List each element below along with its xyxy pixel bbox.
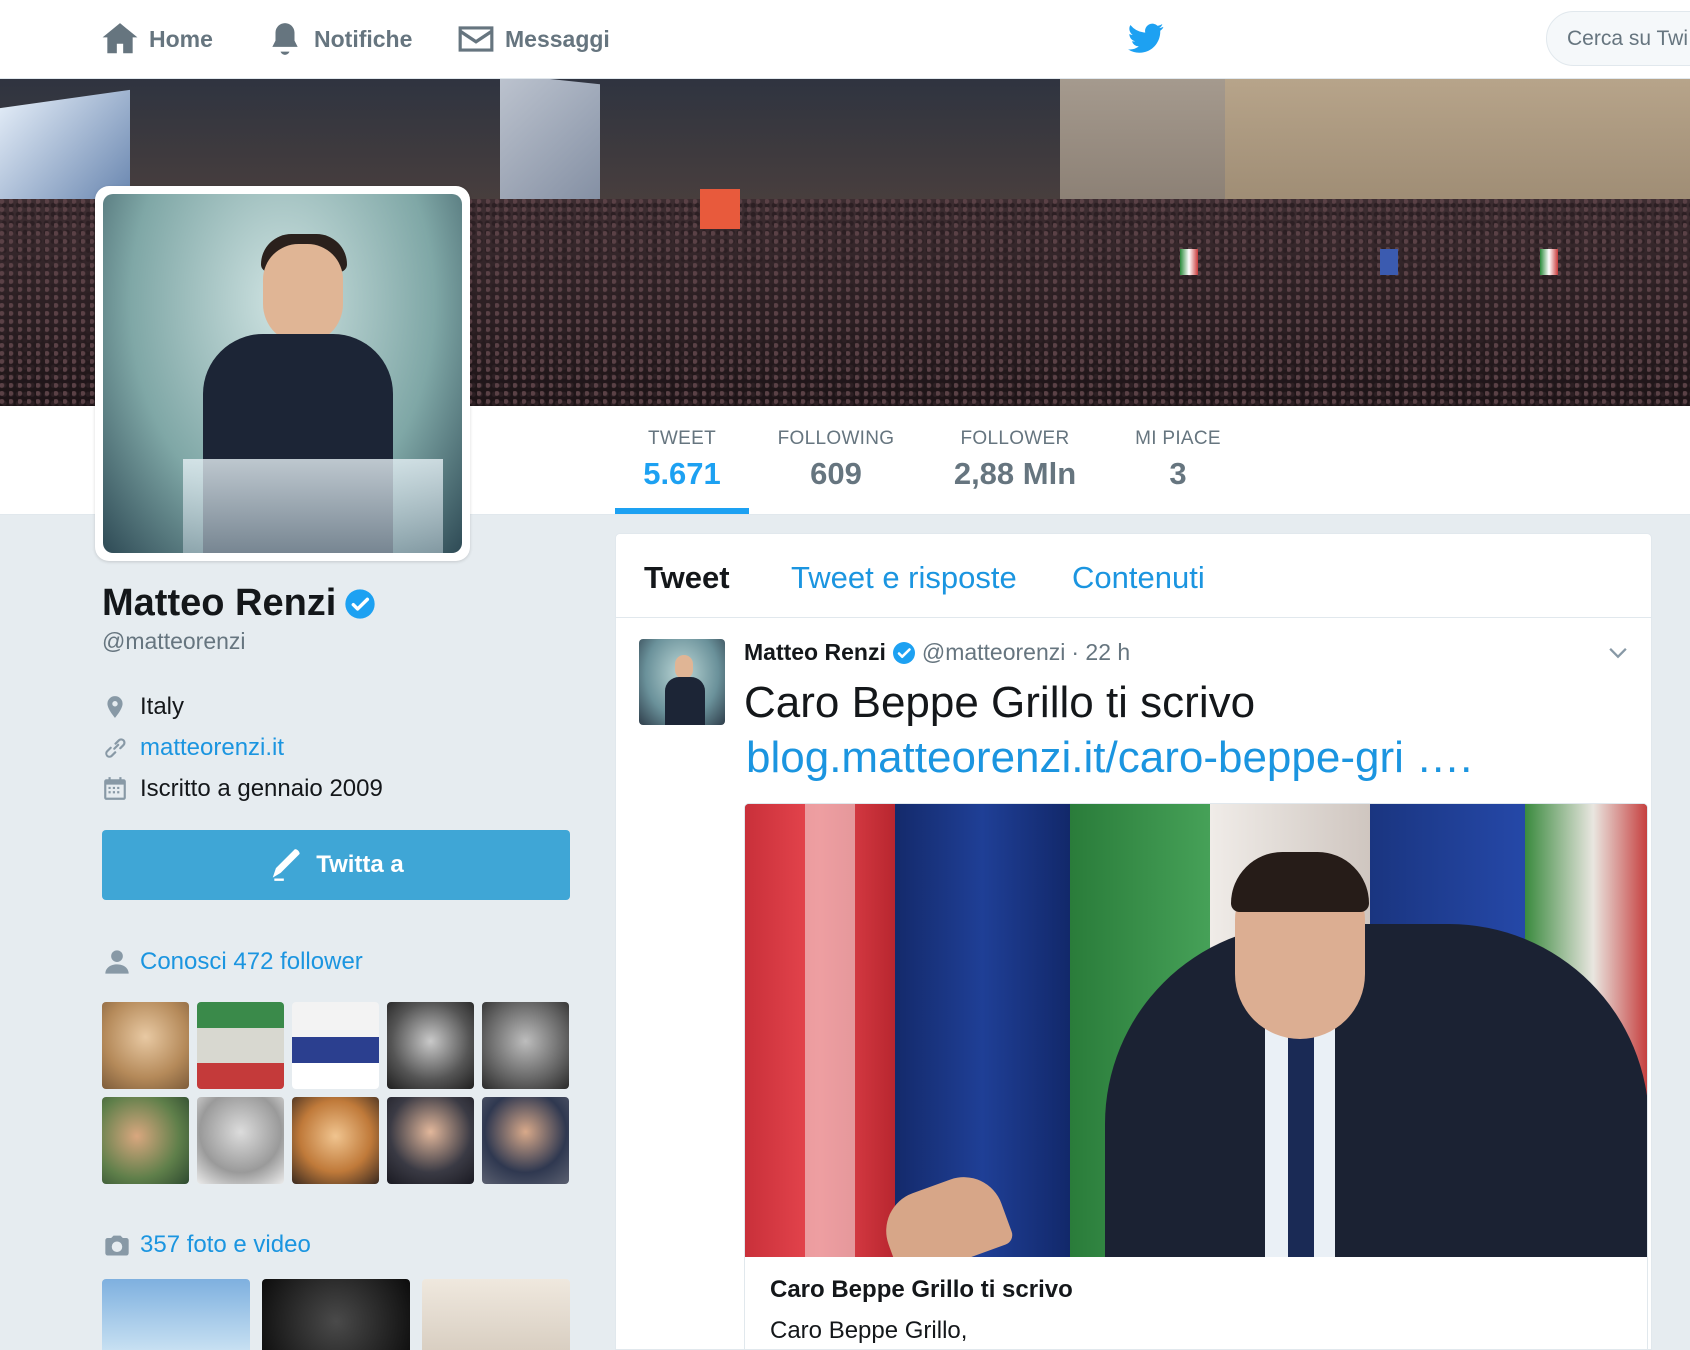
search-input[interactable]: Cerca su Twi xyxy=(1546,11,1690,66)
link-card-title: Caro Beppe Grillo ti scrivo xyxy=(770,1276,1073,1303)
follower-avatar[interactable] xyxy=(387,1097,474,1184)
tab-tweets[interactable]: Tweet xyxy=(644,560,730,596)
tweet-author-handle[interactable]: @matteorenzi xyxy=(922,639,1066,666)
cover-flag xyxy=(1540,249,1558,275)
nav-messages-label: Messaggi xyxy=(505,25,610,52)
follower-avatar[interactable] xyxy=(292,1097,379,1184)
profile-location: Italy xyxy=(102,693,184,721)
stat-likes-value: 3 xyxy=(1169,456,1187,491)
photos-videos-text: 357 foto e video xyxy=(140,1231,311,1258)
stat-followers-value: 2,88 Mln xyxy=(953,456,1077,491)
tweet-link[interactable]: blog.matteorenzi.it/caro-beppe-gri …. xyxy=(746,733,1472,783)
link-card-description: Caro Beppe Grillo, xyxy=(770,1317,968,1344)
followers-grid xyxy=(102,1002,572,1184)
tweet-author-avatar[interactable] xyxy=(639,639,725,725)
link-card-image xyxy=(745,804,1647,1257)
cover-flag xyxy=(1180,249,1198,275)
profile-joined: Iscritto a gennaio 2009 xyxy=(102,775,383,803)
followers-you-know-text: Conosci 472 follower xyxy=(140,948,363,975)
tab-media[interactable]: Contenuti xyxy=(1072,560,1205,596)
cover-flag xyxy=(1380,249,1398,275)
stat-following-label: FOLLOWING xyxy=(777,428,895,449)
avatar-image xyxy=(103,194,462,553)
twitter-bird-logo[interactable] xyxy=(1126,20,1166,56)
nav-messages[interactable]: Messaggi xyxy=(457,18,610,60)
tweet-to-button[interactable]: Twitta a xyxy=(102,830,570,900)
nav-home-label: Home xyxy=(149,25,213,52)
location-pin-icon xyxy=(107,696,123,718)
tab-tweets-and-replies[interactable]: Tweet e risposte xyxy=(791,560,1017,596)
active-stat-indicator xyxy=(615,508,749,514)
follower-avatar[interactable] xyxy=(197,1097,284,1184)
tweet-options-button[interactable] xyxy=(1605,641,1631,667)
profile-website-link[interactable]: matteorenzi.it xyxy=(140,734,284,762)
nav-notifications-label: Notifiche xyxy=(314,25,413,52)
photo-thumbnail[interactable] xyxy=(102,1279,250,1350)
photos-videos-link[interactable]: 357 foto e video xyxy=(102,1231,311,1259)
envelope-icon xyxy=(458,26,494,52)
timeline-tabs: Tweet Tweet e risposte Contenuti xyxy=(616,534,1651,618)
tweet-avatar-suit xyxy=(665,677,705,725)
tweet-link-card[interactable]: Caro Beppe Grillo ti scrivo Caro Beppe G… xyxy=(744,803,1648,1350)
cover-flag xyxy=(700,189,740,229)
photos-grid xyxy=(102,1279,570,1350)
tweet-author-name[interactable]: Matteo Renzi xyxy=(744,639,886,666)
tweet-text: Caro Beppe Grillo ti scrivo xyxy=(744,678,1256,727)
follower-avatar[interactable] xyxy=(292,1002,379,1089)
stat-tweets[interactable]: TWEET 5.671 xyxy=(615,428,749,492)
card-person-suit xyxy=(1105,924,1647,1257)
follower-avatar[interactable] xyxy=(197,1002,284,1089)
followers-you-know-link[interactable]: Conosci 472 follower xyxy=(102,948,363,976)
tweet-timestamp[interactable]: · 22 h xyxy=(1071,639,1130,666)
avatar-head xyxy=(263,244,343,344)
profile-joined-text: Iscritto a gennaio 2009 xyxy=(140,775,383,802)
tweet-header: Matteo Renzi @matteorenzi · 22 h xyxy=(744,639,1130,666)
calendar-icon xyxy=(104,777,126,800)
tweet-to-label: Twitta a xyxy=(316,851,404,878)
search-placeholder: Cerca su Twi xyxy=(1567,26,1688,50)
profile-handle[interactable]: @matteorenzi xyxy=(102,628,246,655)
timeline: Tweet Tweet e risposte Contenuti Matteo … xyxy=(615,533,1652,1350)
nav-notifications[interactable]: Notifiche xyxy=(266,18,412,60)
verified-badge-icon xyxy=(892,641,915,664)
profile-name[interactable]: Matteo Renzi xyxy=(102,582,376,625)
photo-thumbnail[interactable] xyxy=(422,1279,570,1350)
profile-location-text: Italy xyxy=(140,693,185,720)
follower-avatar[interactable] xyxy=(102,1002,189,1089)
tweet-avatar-head xyxy=(675,655,693,679)
link-icon xyxy=(105,738,126,758)
stat-following[interactable]: FOLLOWING 609 xyxy=(762,428,910,492)
profile-name-text: Matteo Renzi xyxy=(102,582,337,624)
follower-avatar[interactable] xyxy=(387,1002,474,1089)
follower-avatar[interactable] xyxy=(102,1097,189,1184)
home-icon xyxy=(102,23,138,54)
stat-following-value: 609 xyxy=(810,456,862,491)
person-icon xyxy=(105,950,129,974)
stat-tweets-label: TWEET xyxy=(648,428,716,449)
avatar-podium xyxy=(183,459,443,553)
stat-likes[interactable]: MI PIACE 3 xyxy=(1120,428,1236,492)
chevron-down-icon xyxy=(1609,648,1627,659)
stat-tweets-value: 5.671 xyxy=(643,456,721,491)
card-flag xyxy=(805,804,855,1257)
card-person-tie xyxy=(1288,1034,1314,1257)
follower-avatar[interactable] xyxy=(482,1097,569,1184)
stat-followers-label: FOLLOWER xyxy=(960,428,1070,449)
camera-icon xyxy=(105,1235,129,1256)
nav-home[interactable]: Home xyxy=(101,18,213,60)
compose-quill-icon xyxy=(272,849,300,881)
photo-thumbnail[interactable] xyxy=(262,1279,410,1350)
verified-badge-icon xyxy=(345,588,376,619)
profile-website: matteorenzi.it xyxy=(102,734,284,762)
profile-avatar[interactable] xyxy=(95,186,470,561)
stat-followers[interactable]: FOLLOWER 2,88 Mln xyxy=(938,428,1092,492)
bell-icon xyxy=(272,23,298,55)
twitter-bird-icon xyxy=(1128,23,1164,53)
follower-avatar[interactable] xyxy=(482,1002,569,1089)
tweet-item[interactable]: Matteo Renzi @matteorenzi · 22 h Caro Be… xyxy=(616,619,1651,1350)
top-navigation-bar: Home Notifiche Messaggi Cerca su Twi xyxy=(0,0,1690,79)
stat-likes-label: MI PIACE xyxy=(1135,428,1221,449)
